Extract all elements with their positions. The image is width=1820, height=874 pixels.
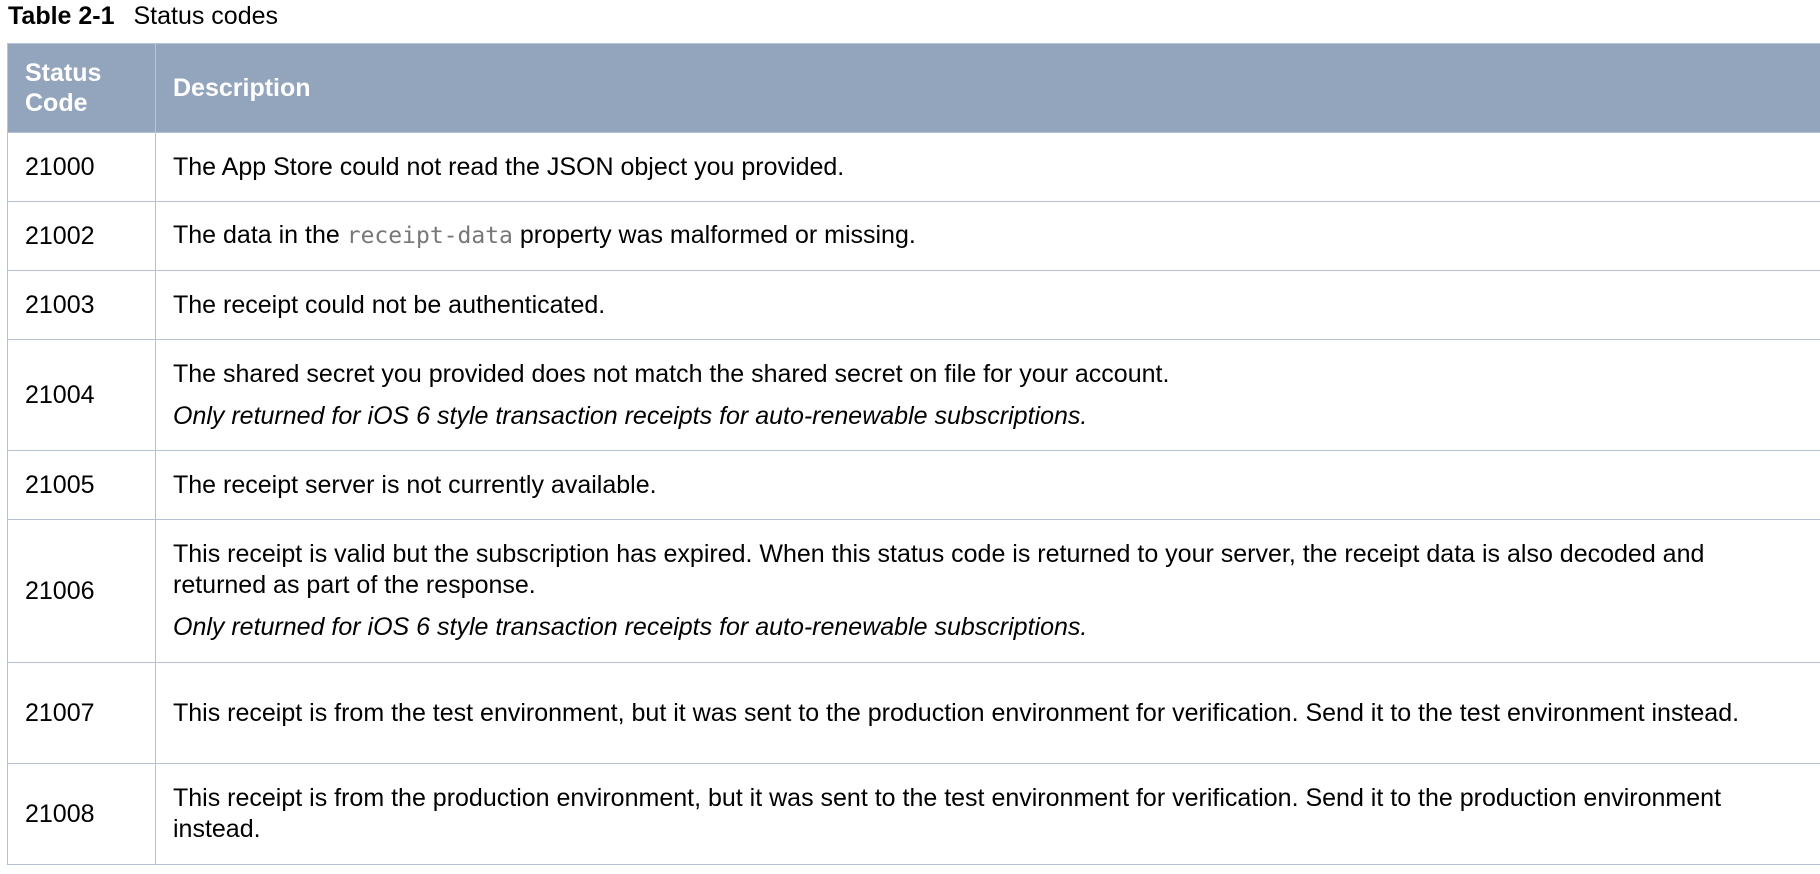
description-cell: The shared secret you provided does not … xyxy=(155,339,1820,451)
description-cell: This receipt is valid but the subscripti… xyxy=(155,519,1820,663)
status-code-column-header: Status Code xyxy=(7,43,156,133)
table-row: 21004 The shared secret you provided doe… xyxy=(7,339,1820,451)
status-code-cell: 21007 xyxy=(7,662,156,764)
description-note: Only returned for iOS 6 style transactio… xyxy=(173,401,1088,430)
status-code-cell: 21005 xyxy=(7,450,156,520)
status-codes-table: Status Code Description 21000 The App St… xyxy=(7,43,1820,865)
table-row: 21007 This receipt is from the test envi… xyxy=(7,662,1820,764)
table-row: 21002 The data in the receipt-data prope… xyxy=(7,201,1820,271)
table-caption-title: Status codes xyxy=(133,2,279,30)
description-text: This receipt is from the test environmen… xyxy=(173,698,1740,727)
document-page: Table 2-1 Status codes Status Code Descr… xyxy=(0,0,1820,874)
description-text: The data in the receipt-data property wa… xyxy=(173,220,1790,252)
description-text: This receipt is valid but the subscripti… xyxy=(173,540,1705,599)
description-text-before: The data in the xyxy=(173,221,347,249)
table-row: 21005 The receipt server is not currentl… xyxy=(7,450,1820,520)
description-cell: The receipt server is not currently avai… xyxy=(155,450,1820,520)
description-cell: The receipt could not be authenticated. xyxy=(155,270,1820,340)
description-column-header: Description xyxy=(155,43,1820,133)
description-text: The receipt could not be authenticated. xyxy=(173,290,606,319)
status-code-cell: 21000 xyxy=(7,132,156,202)
description-text: The App Store could not read the JSON ob… xyxy=(173,152,845,181)
table-row: 21003 The receipt could not be authentic… xyxy=(7,270,1820,340)
status-code-cell: 21008 xyxy=(7,763,156,865)
table-header-row: Status Code Description xyxy=(7,43,1820,133)
receipt-data-code: receipt-data xyxy=(346,223,513,249)
table-row: 21006 This receipt is valid but the subs… xyxy=(7,519,1820,663)
status-code-cell: 21002 xyxy=(7,201,156,271)
description-text: The receipt server is not currently avai… xyxy=(173,470,657,499)
description-cell: The data in the receipt-data property wa… xyxy=(155,201,1820,271)
description-text: This receipt is from the production envi… xyxy=(173,784,1722,843)
description-text: The shared secret you provided does not … xyxy=(173,359,1170,388)
description-cell: The App Store could not read the JSON ob… xyxy=(155,132,1820,202)
table-row: 21000 The App Store could not read the J… xyxy=(7,132,1820,202)
description-text-after: property was malformed or missing. xyxy=(512,221,916,249)
description-note: Only returned for iOS 6 style transactio… xyxy=(173,613,1088,641)
description-cell: This receipt is from the test environmen… xyxy=(155,662,1820,764)
status-code-cell: 21003 xyxy=(7,270,156,340)
description-cell: This receipt is from the production envi… xyxy=(155,763,1820,865)
status-code-cell: 21006 xyxy=(7,519,156,663)
table-caption: Table 2-1 Status codes xyxy=(8,0,278,36)
table-caption-label: Table 2-1 xyxy=(8,2,115,30)
table-row: 21008 This receipt is from the productio… xyxy=(7,763,1820,865)
status-code-cell: 21004 xyxy=(7,339,156,451)
